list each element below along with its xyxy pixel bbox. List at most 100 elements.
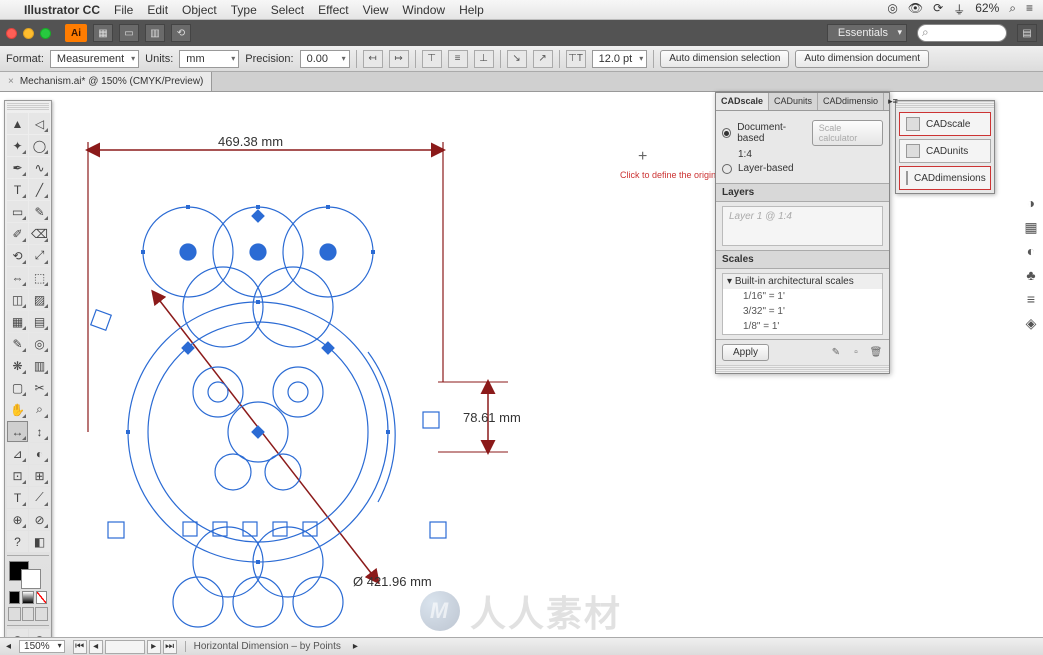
rectangle-tool[interactable]: ▭ — [7, 201, 28, 222]
first-artboard-button[interactable]: ⏮ — [73, 640, 87, 654]
status-info-chevron[interactable]: ▸ — [353, 641, 358, 652]
color-mode-button[interactable] — [9, 591, 20, 604]
type-tool[interactable]: T — [7, 179, 28, 200]
next-artboard-button[interactable]: ▸ — [147, 640, 161, 654]
align-icon-2[interactable]: ↦ — [389, 50, 409, 68]
menu-effect[interactable]: Effect — [318, 3, 348, 17]
last-artboard-button[interactable]: ⏭ — [163, 640, 177, 654]
line-tool[interactable]: ╱ — [29, 179, 50, 200]
menu-select[interactable]: Select — [271, 3, 304, 17]
layers-list[interactable]: Layer 1 @ 1:4 — [722, 206, 883, 246]
selection-tool[interactable]: ▲ — [7, 113, 28, 134]
scale-calculator-button[interactable]: Scale calculator — [812, 120, 883, 146]
menu-view[interactable]: View — [363, 3, 389, 17]
rotate-tool[interactable]: ⟲ — [7, 245, 28, 266]
zoom-tool[interactable]: ⌕ — [29, 399, 50, 420]
mesh-tool[interactable]: ▦ — [7, 311, 28, 332]
artboard-number[interactable] — [105, 640, 145, 654]
screen-mode-2[interactable] — [22, 607, 35, 621]
scale-tool[interactable]: ⤢ — [29, 245, 50, 266]
toolbar-right-icon[interactable]: ▤ — [1017, 24, 1037, 42]
scale-item[interactable]: 3/32" = 1' — [723, 304, 882, 319]
gradient-mode-button[interactable] — [22, 591, 33, 604]
direct-selection-tool[interactable]: ◁ — [29, 113, 50, 134]
status-spotlight-icon[interactable]: ⌕ — [1009, 1, 1016, 18]
status-menu-icon[interactable]: ≡ — [1026, 1, 1033, 18]
panel-menu-icon[interactable]: ▸≡ — [884, 93, 902, 110]
shape-builder-tool[interactable]: ◫ — [7, 289, 28, 310]
toolbar-arrange-icon[interactable]: ▭ — [119, 24, 139, 42]
panel-grip[interactable] — [896, 101, 994, 109]
valign-mid-icon[interactable]: ≡ — [448, 50, 468, 68]
delete-scale-icon[interactable]: 🗑 — [869, 346, 883, 360]
edit-scale-icon[interactable]: ✎ — [829, 346, 843, 360]
cadunits-shortcut[interactable]: CADunits — [899, 139, 991, 163]
auto-dim-selection-button[interactable]: Auto dimension selection — [660, 50, 789, 68]
scale-item[interactable]: 1/8" = 1' — [723, 319, 882, 334]
doc-based-radio[interactable] — [722, 128, 731, 138]
cad-dimension-tool[interactable]: ↔ — [7, 421, 28, 442]
free-transform-tool[interactable]: ⬚ — [29, 267, 50, 288]
cad-tool-9[interactable]: ⊕ — [7, 509, 28, 530]
search-input[interactable] — [917, 24, 1007, 42]
menu-edit[interactable]: Edit — [147, 3, 168, 17]
panel-grip[interactable] — [7, 103, 49, 111]
dock-symbols-icon[interactable]: ♣ — [1022, 266, 1040, 284]
menu-type[interactable]: Type — [231, 3, 257, 17]
cadscale-shortcut[interactable]: CADscale — [899, 112, 991, 136]
status-left-arrow[interactable]: ◂ — [6, 641, 11, 652]
dock-brushes-icon[interactable]: ◐ — [1022, 242, 1040, 260]
gradient-tool[interactable]: ▤ — [29, 311, 50, 332]
menu-file[interactable]: File — [114, 3, 133, 17]
toolbar-doc-setup-icon[interactable]: ▥ — [145, 24, 165, 42]
dock-color-icon[interactable]: ◑ — [1022, 194, 1040, 212]
zoom-window-button[interactable] — [40, 28, 51, 39]
minimize-window-button[interactable] — [23, 28, 34, 39]
perspective-tool[interactable]: ▨ — [29, 289, 50, 310]
document-tab[interactable]: × Mechanism.ai* @ 150% (CMYK/Preview) — [0, 72, 212, 91]
hand-tool[interactable]: ✋ — [7, 399, 28, 420]
pencil-tool[interactable]: ✐ — [7, 223, 28, 244]
stroke-swatch[interactable] — [21, 569, 41, 589]
tab-cadscale[interactable]: CADscale — [716, 93, 769, 110]
cad-tool-8[interactable]: ⟋ — [29, 487, 50, 508]
arrow-style-2-icon[interactable]: ↗ — [533, 50, 553, 68]
dock-swatches-icon[interactable]: ▦ — [1022, 218, 1040, 236]
paintbrush-tool[interactable]: ✎ — [29, 201, 50, 222]
tab-caddimensions[interactable]: CADdimensio — [818, 93, 884, 110]
blend-tool[interactable]: ◎ — [29, 333, 50, 354]
workspace-switcher[interactable]: Essentials — [827, 24, 907, 42]
eraser-tool[interactable]: ⌫ — [29, 223, 50, 244]
screen-mode-1[interactable] — [8, 607, 21, 621]
none-mode-button[interactable] — [36, 591, 47, 604]
symbol-sprayer-tool[interactable]: ❋ — [7, 355, 28, 376]
scales-group-head[interactable]: ▾ Built-in architectural scales — [723, 274, 882, 289]
slice-tool[interactable]: ✂ — [29, 377, 50, 398]
panel-resize-grip[interactable] — [716, 365, 889, 373]
cad-tool-3[interactable]: ⊿ — [7, 443, 28, 464]
artboard-tool[interactable]: ▢ — [7, 377, 28, 398]
curvature-tool[interactable]: ∿ — [29, 157, 50, 178]
caddimensions-shortcut[interactable]: CADdimensions — [899, 166, 991, 190]
lasso-tool[interactable]: ◯ — [29, 135, 50, 156]
cad-tool-6[interactable]: ⊞ — [29, 465, 50, 486]
dock-stroke-icon[interactable]: ≡ — [1022, 290, 1040, 308]
text-icon[interactable]: ⊤T — [566, 50, 586, 68]
help-tool[interactable]: ? — [7, 531, 28, 552]
apply-button[interactable]: Apply — [722, 344, 769, 361]
align-icon-1[interactable]: ↤ — [363, 50, 383, 68]
new-scale-icon[interactable]: ▫ — [849, 346, 863, 360]
toolbar-prefs-icon[interactable]: ⟲ — [171, 24, 191, 42]
valign-top-icon[interactable]: ⊤ — [422, 50, 442, 68]
auto-dim-document-button[interactable]: Auto dimension document — [795, 50, 929, 68]
pen-tool[interactable]: ✒ — [7, 157, 28, 178]
units-select[interactable]: mm — [179, 50, 239, 68]
arrow-style-1-icon[interactable]: ↘ — [507, 50, 527, 68]
screen-mode-3[interactable] — [35, 607, 48, 621]
toolbar-bridge-icon[interactable]: ▦ — [93, 24, 113, 42]
prev-artboard-button[interactable]: ◂ — [89, 640, 103, 654]
scales-list[interactable]: ▾ Built-in architectural scales 1/16" = … — [722, 273, 883, 335]
cad-tool-2[interactable]: ↕ — [29, 421, 50, 442]
app-name[interactable]: Illustrator CC — [24, 3, 100, 17]
magic-wand-tool[interactable]: ✦ — [7, 135, 28, 156]
